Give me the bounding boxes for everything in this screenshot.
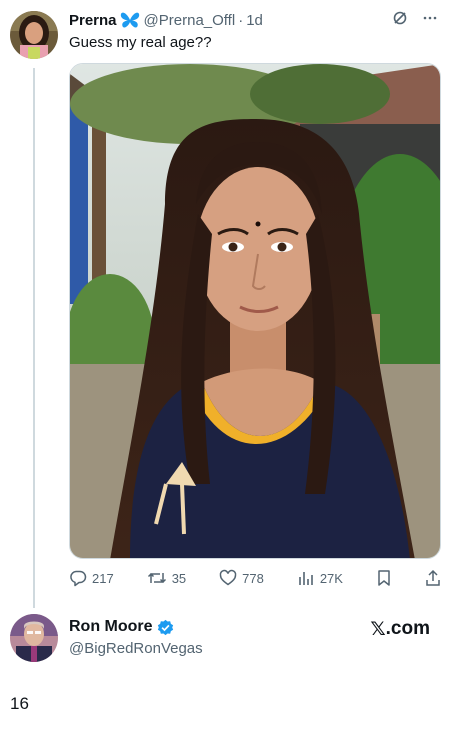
tweet-time[interactable]: 1d: [246, 12, 263, 29]
reply-button[interactable]: 217: [69, 569, 114, 587]
repost-count: 35: [171, 570, 187, 586]
repost-icon: [147, 572, 166, 584]
author-display-name[interactable]: Prerna: [69, 12, 117, 29]
action-bar: 217 35 778 27K: [69, 567, 441, 589]
views-count: 27K: [319, 570, 343, 586]
repost-button[interactable]: 35: [147, 569, 186, 587]
bookmark-icon: [378, 570, 390, 586]
reply-count: 217: [92, 570, 114, 586]
more-icon[interactable]: [422, 10, 438, 31]
x-logo-icon: 𝕏: [370, 618, 386, 640]
reply-name-row: Ron Moore: [69, 618, 174, 636]
share-icon: [426, 569, 440, 586]
reply-icon: [70, 570, 87, 587]
bookmark-button[interactable]: [376, 569, 392, 587]
tweet-header: Prerna @Prerna_Offl · 1d: [69, 10, 263, 30]
author-avatar[interactable]: [10, 11, 58, 59]
page-number: 16: [10, 694, 29, 713]
reply-display-name[interactable]: Ron Moore: [69, 618, 153, 636]
tweet-text: Guess my real age??: [69, 34, 212, 51]
grok-icon[interactable]: [392, 10, 408, 31]
views-button[interactable]: 27K: [297, 569, 343, 587]
share-button[interactable]: [425, 569, 441, 587]
author-handle[interactable]: @Prerna_Offl: [144, 12, 236, 29]
like-button[interactable]: 778: [219, 569, 264, 587]
thread-line: [33, 68, 35, 608]
butterfly-icon: [120, 11, 140, 29]
meta-separator: ·: [238, 11, 244, 29]
xcom-watermark: 𝕏 .com: [370, 618, 430, 640]
tweet-top-icons: [392, 10, 438, 31]
like-count: 778: [242, 570, 264, 586]
like-icon: [219, 569, 237, 586]
views-icon: [299, 572, 313, 585]
reply-avatar[interactable]: [10, 614, 58, 662]
reply-handle[interactable]: @BigRedRonVegas: [69, 640, 203, 657]
xcom-suffix: .com: [385, 618, 430, 639]
verified-badge-icon: [157, 619, 174, 636]
tweet-photo[interactable]: [69, 63, 441, 559]
